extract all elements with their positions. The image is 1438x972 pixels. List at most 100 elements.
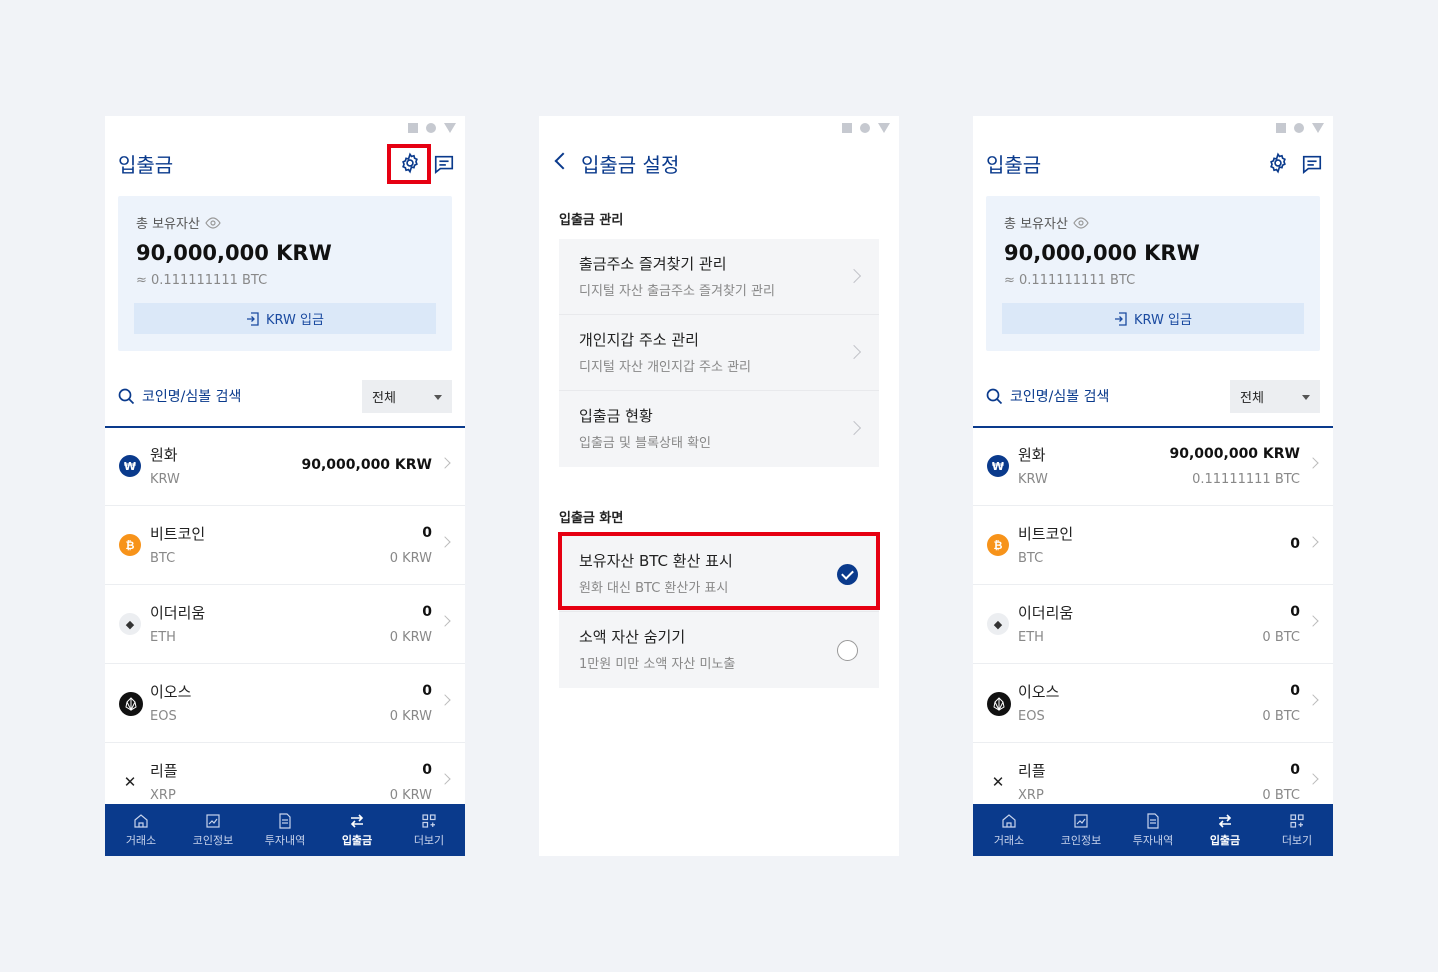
tab-label: 거래소 <box>993 833 1025 847</box>
tab-more[interactable]: 더보기 <box>393 804 465 856</box>
document-icon <box>279 812 291 829</box>
setting-desc: 1만원 미만 소액 자산 미노출 <box>579 657 736 672</box>
chart-icon <box>206 813 220 828</box>
tab-coin-info[interactable]: 코인정보 <box>1045 804 1117 856</box>
eos-icon <box>119 692 143 716</box>
back-icon[interactable] <box>554 152 572 170</box>
setting-personal-wallet[interactable]: 개인지갑 주소 관리 디지털 자산 개인지갑 주소 관리 <box>559 315 879 391</box>
chevron-right-icon <box>439 615 451 627</box>
coin-name: 이오스 <box>1018 683 1060 701</box>
total-asset-btc: ≈ 0.111111111 BTC <box>1004 273 1136 288</box>
coin-value: 0.11111111 BTC <box>1192 472 1300 487</box>
search-icon <box>986 388 1003 404</box>
gear-icon[interactable] <box>1267 152 1289 174</box>
coin-row-btc[interactable]: ₿ 비트코인 BTC 0 0 KRW <box>105 506 465 585</box>
coin-row-eth[interactable]: ◆ 이더리움 ETH 0 0 BTC <box>973 585 1333 664</box>
tab-label: 더보기 <box>1281 833 1313 847</box>
coin-search[interactable]: 코인명/심볼 검색 <box>986 386 1109 406</box>
tab-exchange[interactable]: 거래소 <box>973 804 1045 856</box>
coin-name: 원화 <box>150 446 178 464</box>
setting-label: 출금주소 즐겨찾기 관리 <box>579 255 727 273</box>
section-title: 입출금 화면 <box>559 511 624 526</box>
coin-symbol: EOS <box>150 709 177 724</box>
setting-desc: 디지털 자산 출금주소 즐겨찾기 관리 <box>579 284 775 299</box>
chevron-right-icon <box>846 344 862 360</box>
tab-investment[interactable]: 투자내역 <box>249 804 321 856</box>
bottom-tab-bar: 거래소 코인정보 투자내역 입출금 더보기 <box>105 804 465 856</box>
search-icon <box>118 388 135 404</box>
filter-dropdown[interactable]: 전체 <box>362 380 452 413</box>
coin-row-eos[interactable]: 이오스 EOS 0 0 KRW <box>105 664 465 743</box>
tab-deposit-withdraw[interactable]: 입출금 <box>1189 804 1261 856</box>
eye-icon[interactable] <box>205 216 221 229</box>
highlight-box <box>387 144 431 184</box>
screen-deposit-withdraw-btc: 입출금 총 보유자산 90,000,000 KRW ≈ 0.111111111 … <box>973 116 1333 856</box>
checkbox-unchecked-icon[interactable] <box>837 640 858 661</box>
krw-deposit-button[interactable]: KRW 입금 <box>1002 303 1304 334</box>
coin-balance: 0 <box>1290 762 1300 778</box>
filter-value: 전체 <box>372 391 396 406</box>
coin-symbol: KRW <box>150 472 180 487</box>
setting-status[interactable]: 입출금 현황 입출금 및 블록상태 확인 <box>559 391 879 467</box>
setting-label: 소액 자산 숨기기 <box>579 628 686 646</box>
setting-hide-small[interactable]: 소액 자산 숨기기 1만원 미만 소액 자산 미노출 <box>559 612 879 688</box>
coin-symbol: XRP <box>150 788 176 803</box>
asset-summary-card: 총 보유자산 90,000,000 KRW ≈ 0.111111111 BTC … <box>118 196 452 351</box>
coin-balance: 90,000,000 KRW <box>1169 446 1300 462</box>
setting-desc: 디지털 자산 개인지갑 주소 관리 <box>579 360 752 375</box>
asset-label: 총 보유자산 <box>136 217 200 232</box>
coin-row-eos[interactable]: 이오스 EOS 0 0 BTC <box>973 664 1333 743</box>
setting-label: 입출금 현황 <box>579 407 653 425</box>
setting-favorite-address[interactable]: 출금주소 즐겨찾기 관리 디지털 자산 출금주소 즐겨찾기 관리 <box>559 239 879 315</box>
screen-deposit-withdraw-krw: 입출금 총 보유자산 90,000,000 KRW ≈ 0.111111111 … <box>105 116 465 856</box>
coin-value: 0 KRW <box>389 788 432 803</box>
total-asset-btc: ≈ 0.111111111 BTC <box>136 273 268 288</box>
tab-coin-info[interactable]: 코인정보 <box>177 804 249 856</box>
bottom-tab-bar: 거래소 코인정보 투자내역 입출금 더보기 <box>973 804 1333 856</box>
chevron-right-icon <box>846 420 862 436</box>
won-icon: ₩ <box>119 455 141 477</box>
coin-balance: 0 <box>422 683 432 699</box>
coin-value: 0 KRW <box>389 551 432 566</box>
coin-list: ₩ 원화 KRW 90,000,000 KRW ₿ 비트코인 BTC 0 0 K… <box>105 427 465 822</box>
coin-row-krw[interactable]: ₩ 원화 KRW 90,000,000 KRW 0.11111111 BTC <box>973 427 1333 506</box>
coin-balance: 0 <box>422 762 432 778</box>
login-arrow-icon <box>1115 311 1127 326</box>
tab-label: 투자내역 <box>264 833 306 847</box>
message-icon[interactable] <box>1301 153 1323 175</box>
status-bar <box>842 123 890 133</box>
filter-dropdown[interactable]: 전체 <box>1230 380 1320 413</box>
coin-row-btc[interactable]: ₿ 비트코인 BTC 0 <box>973 506 1333 585</box>
tab-exchange[interactable]: 거래소 <box>105 804 177 856</box>
krw-deposit-button[interactable]: KRW 입금 <box>134 303 436 334</box>
tab-investment[interactable]: 투자내역 <box>1117 804 1189 856</box>
page-title: 입출금 <box>118 153 174 177</box>
caret-down-icon <box>434 395 442 400</box>
setting-label: 개인지갑 주소 관리 <box>579 331 699 349</box>
message-icon[interactable] <box>433 153 455 175</box>
coin-balance: 0 <box>422 525 432 541</box>
page-title: 입출금 설정 <box>581 153 680 177</box>
status-square-icon <box>1276 123 1286 133</box>
coin-value: 0 KRW <box>389 709 432 724</box>
chevron-right-icon <box>439 457 451 469</box>
coin-name: 이더리움 <box>150 604 206 622</box>
tab-deposit-withdraw[interactable]: 입출금 <box>321 804 393 856</box>
coin-row-krw[interactable]: ₩ 원화 KRW 90,000,000 KRW <box>105 427 465 506</box>
asset-label-row: 총 보유자산 <box>136 213 221 232</box>
search-placeholder: 코인명/심볼 검색 <box>142 389 242 405</box>
tab-more[interactable]: 더보기 <box>1261 804 1333 856</box>
coin-row-eth[interactable]: ◆ 이더리움 ETH 0 0 KRW <box>105 585 465 664</box>
tab-label: 코인정보 <box>1060 833 1102 847</box>
coin-search[interactable]: 코인명/심볼 검색 <box>118 386 241 406</box>
search-placeholder: 코인명/심볼 검색 <box>1010 389 1110 405</box>
coin-name: 비트코인 <box>1018 525 1074 543</box>
ethereum-icon: ◆ <box>119 613 141 635</box>
chevron-right-icon <box>1307 457 1319 469</box>
tab-label: 입출금 <box>341 833 373 847</box>
eye-icon[interactable] <box>1073 216 1089 229</box>
page-title: 입출금 <box>986 153 1042 177</box>
won-icon: ₩ <box>987 455 1009 477</box>
chevron-right-icon <box>1307 615 1319 627</box>
total-asset: 90,000,000 KRW <box>136 241 332 265</box>
